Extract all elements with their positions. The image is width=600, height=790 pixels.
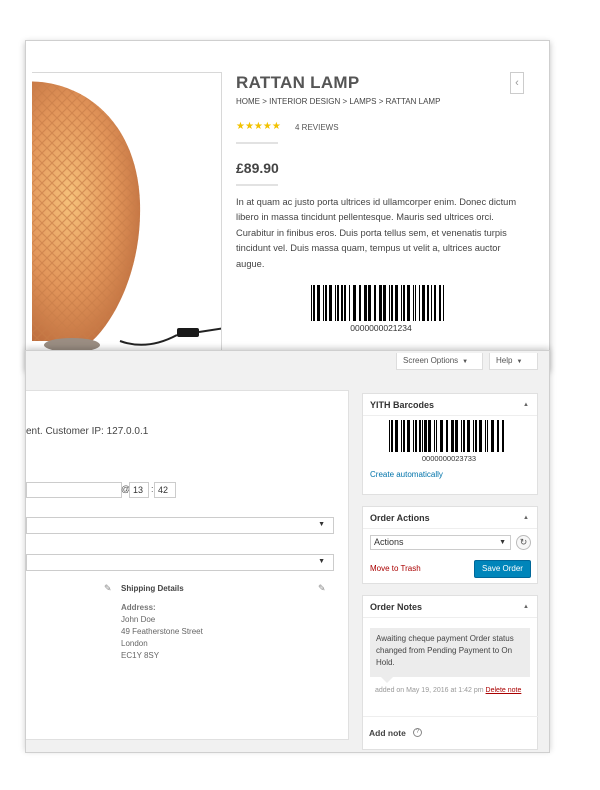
order-status-select[interactable]: ▼ — [26, 517, 334, 534]
address-line: EC1Y 8SY — [121, 651, 160, 660]
order-barcode — [389, 420, 509, 452]
divider — [363, 716, 539, 717]
save-order-button[interactable]: Save Order — [474, 560, 531, 578]
product-image[interactable] — [32, 72, 222, 362]
pencil-icon[interactable]: ✎ — [318, 583, 326, 594]
order-hour-input[interactable]: 13 — [129, 482, 149, 498]
product-barcode — [311, 285, 451, 321]
create-automatically-link[interactable]: Create automatically — [370, 470, 443, 479]
note-meta: added on May 19, 2016 at 1:42 pm Delete … — [375, 686, 535, 696]
order-minute-input[interactable]: 42 — [154, 482, 176, 498]
help-icon[interactable]: ? — [413, 728, 422, 737]
order-actions-select[interactable]: Actions ▼ — [370, 535, 511, 550]
collapse-toggle-icon[interactable]: ▲ — [523, 394, 529, 416]
box-title: Order Actions — [370, 513, 430, 523]
order-notes-box: Order Notes ▲ Awaiting cheque payment Ord… — [362, 595, 539, 750]
help-label: Help — [496, 356, 513, 365]
box-title: YITH Barcodes — [370, 400, 435, 410]
move-to-trash-link[interactable]: Move to Trash — [370, 564, 421, 573]
address-label: Address: — [121, 603, 156, 612]
collapse-toggle-icon[interactable]: ▲ — [523, 507, 529, 529]
screen-options-label: Screen Options — [403, 356, 459, 365]
product-title: RATTAN LAMP — [236, 73, 360, 92]
barcode-bar — [444, 285, 446, 321]
divider — [236, 142, 278, 144]
note-timestamp: added on May 19, 2016 at 1:42 pm — [375, 687, 484, 694]
product-price: £89.90 — [236, 160, 279, 176]
order-edit-panel: Screen Options ▼ Help ▼ ent. Customer IP: … — [25, 350, 550, 753]
customer-select[interactable]: ▼ — [26, 554, 334, 571]
divider — [236, 184, 278, 186]
order-date-input[interactable] — [26, 482, 122, 498]
yith-barcodes-box: YITH Barcodes ▲ 0000000023733 Create auto… — [362, 393, 538, 495]
order-barcode-number: 0000000023733 — [421, 454, 477, 463]
shipping-details-heading: Shipping Details — [121, 584, 184, 593]
collapse-toggle-icon[interactable]: ▲ — [523, 596, 529, 618]
customer-ip-text: ent. Customer IP: 127.0.0.1 — [26, 426, 149, 437]
help-tab[interactable]: Help ▼ — [489, 353, 538, 370]
chevron-left-icon: ‹ — [515, 77, 519, 89]
product-description: In at quam ac justo porta ultrices id ul… — [236, 197, 517, 269]
previous-product-button[interactable]: ‹ — [510, 72, 524, 94]
caret-down-icon: ▼ — [318, 521, 325, 528]
composite-screenshot: ‹ RATTAN LAMP HOME > INTERIOR DESIGN > L… — [0, 0, 600, 790]
order-note: Awaiting cheque payment Order status cha… — [370, 628, 530, 677]
address-line: John Doe — [121, 615, 156, 624]
reviews-link[interactable]: 4 REVIEWS — [295, 123, 339, 132]
yith-barcodes-header[interactable]: YITH Barcodes ▲ — [363, 394, 537, 416]
selected-action: Actions — [374, 537, 404, 547]
address-line: London — [121, 639, 148, 648]
product-barcode-number: 0000000021234 — [350, 323, 412, 333]
breadcrumb[interactable]: HOME > INTERIOR DESIGN > LAMPS > RATTAN … — [236, 97, 440, 106]
add-note-label: Add note — [369, 728, 406, 738]
star-rating: ★★★★★ — [236, 121, 281, 132]
product-page-panel: ‹ RATTAN LAMP HOME > INTERIOR DESIGN > L… — [25, 40, 550, 370]
box-title: Order Notes — [370, 602, 423, 612]
order-notes-header[interactable]: Order Notes ▲ — [363, 596, 537, 618]
caret-down-icon: ▼ — [516, 359, 523, 365]
order-actions-box: Order Actions ▲ Actions ▼ ↻ Move to Trash … — [362, 506, 538, 584]
order-data-box: ent. Customer IP: 127.0.0.1 @ 13 : 42 ▼ … — [26, 390, 349, 740]
rattan-lamp-illustration — [32, 81, 221, 352]
note-tail — [381, 677, 393, 683]
caret-down-icon: ▼ — [462, 359, 469, 365]
address-line: 49 Featherstone Street — [121, 627, 203, 636]
caret-down-icon: ▼ — [499, 539, 506, 546]
order-actions-header[interactable]: Order Actions ▲ — [363, 507, 537, 529]
delete-note-link[interactable]: Delete note — [486, 687, 522, 694]
caret-down-icon: ▼ — [318, 558, 325, 565]
pencil-icon[interactable]: ✎ — [104, 583, 112, 594]
barcode-bar — [504, 420, 506, 452]
refresh-icon[interactable]: ↻ — [516, 535, 531, 550]
screen-options-tab[interactable]: Screen Options ▼ — [396, 353, 483, 370]
